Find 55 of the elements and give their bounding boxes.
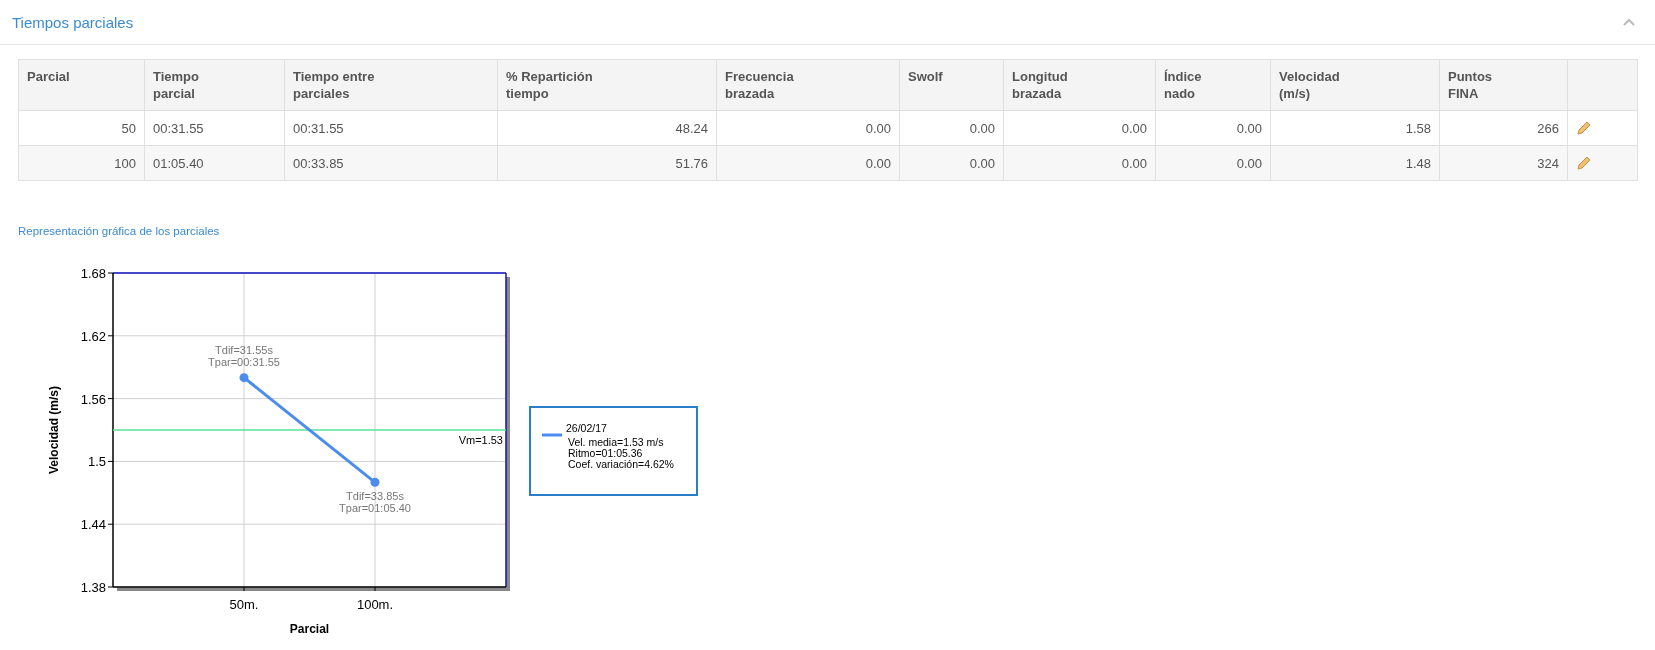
legend-text: Ritmo=01:05.36 [568, 447, 643, 459]
table-cell: 50 [18, 110, 145, 146]
column-header: Velocidad (m/s) [1270, 59, 1440, 111]
table-cell: 0.00 [1155, 145, 1271, 181]
table-cell: 100 [18, 145, 145, 181]
table-cell: 324 [1439, 145, 1568, 181]
table-cell: 266 [1439, 110, 1568, 146]
table-cell: 0.00 [716, 145, 900, 181]
column-header: Tiempo entre parciales [284, 59, 498, 111]
table-cell: 1.48 [1270, 145, 1440, 181]
panel-title: Tiempos parciales [12, 13, 134, 31]
y-tick-label: 1.38 [80, 580, 106, 595]
collapse-chevron-icon[interactable] [1623, 18, 1635, 26]
table-cell: 00:31.55 [144, 110, 285, 146]
column-header: % Repartición tiempo [497, 59, 717, 111]
legend-line-icon [542, 433, 562, 437]
column-header: Longitud brazada [1003, 59, 1156, 111]
point-label: Tpar=00:31.55 [208, 355, 280, 368]
column-header: Frecuencia brazada [716, 59, 900, 111]
point-label: Tdif=31.55s [215, 343, 273, 356]
x-tick-label: 50m. [229, 597, 259, 612]
column-header: Puntos FINA [1439, 59, 1568, 111]
table-cell: 51.76 [497, 145, 717, 181]
y-tick-label: 1.44 [80, 517, 106, 533]
table-cell: 00:33.85 [284, 145, 498, 181]
column-header: Swolf [899, 59, 1004, 111]
column-header: Parcial [18, 59, 145, 111]
data-point [370, 477, 380, 487]
table-cell: 01:05.40 [144, 145, 285, 181]
point-label: Tdif=33.85s [346, 490, 404, 503]
table-cell: 48.24 [497, 110, 717, 146]
legend-series-name: 26/02/17 [566, 422, 607, 434]
table-cell: 0.00 [716, 110, 900, 146]
table-cell: 0.00 [1003, 145, 1156, 181]
y-tick-label: 1.68 [80, 266, 106, 281]
column-header: Tiempo parcial [144, 59, 285, 111]
y-axis-title: Velocidad (m/s) [47, 386, 61, 474]
y-tick-label: 1.56 [80, 391, 106, 407]
y-tick-label: 1.62 [80, 328, 106, 344]
y-tick-label: 1.5 [87, 454, 106, 470]
column-header: Índice nado [1155, 59, 1271, 111]
legend-text: Vel. media=1.53 m/s [568, 436, 664, 448]
table-cell: 0.00 [1155, 110, 1271, 146]
point-label: Tpar=01:05.40 [339, 502, 411, 515]
table-cell: 1.58 [1270, 110, 1440, 146]
x-axis-title: Parcial [289, 622, 330, 636]
chart-section-title: Representación gráfica de los parciales [18, 225, 221, 237]
table-cell: 0.00 [1003, 110, 1156, 146]
table-cell: 0.00 [899, 110, 1004, 146]
legend-text: Coef. variación=4.62% [568, 458, 674, 470]
mean-label: Vm=1.53 [458, 434, 503, 446]
table-cell: 0.00 [899, 145, 1004, 181]
x-tick-label: 100m. [356, 597, 394, 612]
data-point [239, 373, 249, 383]
table-cell: 00:31.55 [284, 110, 498, 146]
